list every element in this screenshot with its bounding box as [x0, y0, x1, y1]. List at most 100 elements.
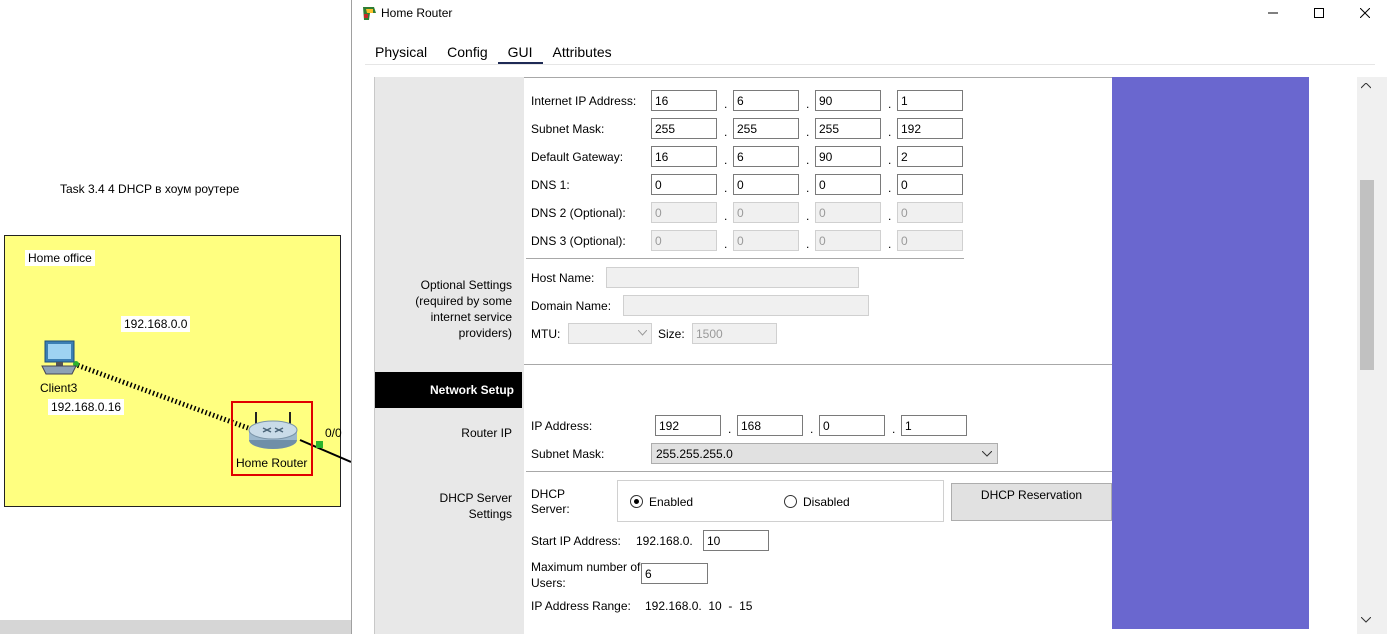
router-ip-divider [526, 471, 1112, 472]
dot: . [892, 422, 896, 436]
dhcp-server-label: DHCP Server: [531, 487, 570, 516]
dhcp-reservation-button[interactable]: DHCP Reservation [951, 483, 1112, 521]
minimize-icon [1268, 12, 1278, 14]
router-subnet-mask-select[interactable]: 255.255.255.0 [651, 443, 998, 464]
horizontal-scrollbar[interactable] [0, 620, 351, 634]
host-name-label: Host Name: [531, 271, 595, 285]
dhcp-disabled-radio[interactable] [784, 495, 797, 508]
ip-range-label: IP Address Range: [531, 599, 631, 613]
dns3-octet-3 [815, 230, 881, 251]
dns1-octet-4[interactable] [897, 174, 963, 195]
side-color-panel [1112, 77, 1309, 629]
gateway-octet-1[interactable] [651, 146, 717, 167]
dhcp-enabled-radio[interactable] [630, 495, 643, 508]
window-title: Home Router [381, 6, 453, 20]
dot: . [806, 125, 810, 139]
optional-divider [524, 364, 1112, 365]
scrollbar-thumb[interactable] [1360, 180, 1374, 370]
dns3-octet-4 [897, 230, 963, 251]
ip-range-value: 192.168.0. 10 - 15 [645, 599, 753, 613]
dot: . [724, 181, 728, 195]
title-bar[interactable]: Home Router [352, 0, 1387, 26]
dot: . [888, 153, 892, 167]
minimize-button[interactable] [1250, 0, 1296, 26]
dns1-label: DNS 1: [531, 178, 570, 192]
cable-link [73, 361, 351, 463]
size-input [692, 323, 777, 344]
mask-octet-3[interactable] [815, 118, 881, 139]
dot: . [806, 237, 810, 251]
internet-ip-octet-4[interactable] [897, 90, 963, 111]
start-ip-prefix: 192.168.0. [636, 534, 693, 548]
mask-octet-2[interactable] [733, 118, 799, 139]
dot: . [724, 97, 728, 111]
dhcp-disabled-label[interactable]: Disabled [803, 495, 850, 509]
gateway-octet-2[interactable] [733, 146, 799, 167]
tab-attributes[interactable]: Attributes [543, 40, 622, 65]
chevron-down-icon [982, 451, 992, 457]
dot: . [728, 422, 732, 436]
tab-physical[interactable]: Physical [365, 40, 437, 65]
size-label: Size: [658, 327, 685, 341]
close-button[interactable] [1342, 0, 1387, 26]
max-users-label: Maximum number of Users: [531, 560, 641, 590]
dot: . [806, 181, 810, 195]
tab-config[interactable]: Config [437, 40, 497, 65]
topology-canvas[interactable]: Task 3.4 4 DHCP в хоум роутере Home offi… [0, 0, 351, 634]
client-ip: 192.168.0.16 [48, 399, 125, 415]
dns1-octet-1[interactable] [651, 174, 717, 195]
router-ip-octet-3[interactable] [819, 415, 885, 436]
tab-gui[interactable]: GUI [497, 40, 543, 65]
dns2-octet-1 [651, 202, 717, 223]
dns3-octet-2 [733, 230, 799, 251]
close-icon [1360, 8, 1370, 18]
dot: . [724, 209, 728, 223]
router-ip-address-label: IP Address: [531, 419, 593, 433]
internet-ip-octet-2[interactable] [733, 90, 799, 111]
maximize-button[interactable] [1296, 0, 1342, 26]
gui-panel: Optional Settings (required by some inte… [374, 77, 1387, 634]
section-label-column: Optional Settings (required by some inte… [374, 77, 524, 634]
router-ip-octet-4[interactable] [901, 415, 967, 436]
router-subnet-mask-label: Subnet Mask: [531, 447, 605, 461]
internet-ip-octet-3[interactable] [815, 90, 881, 111]
router-app-icon [363, 7, 376, 20]
dns2-octet-4 [897, 202, 963, 223]
dot: . [888, 237, 892, 251]
vertical-scrollbar[interactable] [1357, 77, 1387, 634]
mask-octet-4[interactable] [897, 118, 963, 139]
start-ip-label: Start IP Address: [531, 534, 621, 548]
tab-divider [365, 64, 1375, 65]
mask-octet-1[interactable] [651, 118, 717, 139]
dns1-octet-2[interactable] [733, 174, 799, 195]
dot: . [810, 422, 814, 436]
start-ip-input[interactable] [703, 530, 769, 551]
scroll-up-icon[interactable] [1361, 83, 1371, 89]
dhcp-enabled-label[interactable]: Enabled [649, 495, 693, 509]
router-ip-octet-2[interactable] [737, 415, 803, 436]
dot: . [888, 125, 892, 139]
maximize-icon [1314, 8, 1324, 18]
host-name-input [606, 267, 859, 288]
internet-ip-label: Internet IP Address: [531, 94, 637, 108]
router-ip-octet-1[interactable] [655, 415, 721, 436]
router-ip-section-label: Router IP [461, 426, 512, 440]
gateway-octet-3[interactable] [815, 146, 881, 167]
max-users-input[interactable] [641, 563, 708, 584]
dns2-octet-2 [733, 202, 799, 223]
dns1-octet-3[interactable] [815, 174, 881, 195]
tab-bar: Physical Config GUI Attributes [365, 40, 622, 65]
internet-ip-octet-1[interactable] [651, 90, 717, 111]
default-gateway-label: Default Gateway: [531, 150, 624, 164]
domain-name-label: Domain Name: [531, 299, 612, 313]
pc-icon[interactable] [40, 340, 78, 376]
scroll-down-icon[interactable] [1361, 617, 1371, 623]
dot: . [724, 153, 728, 167]
internet-divider [526, 258, 964, 259]
router-selection-box[interactable]: Home Router [231, 401, 313, 476]
mtu-label: MTU: [531, 327, 561, 341]
domain-name-input [623, 295, 869, 316]
gateway-octet-4[interactable] [897, 146, 963, 167]
router-subnet-mask-value: 255.255.255.0 [656, 447, 733, 461]
screen: Task 3.4 4 DHCP в хоум роутере Home offi… [0, 0, 1387, 634]
